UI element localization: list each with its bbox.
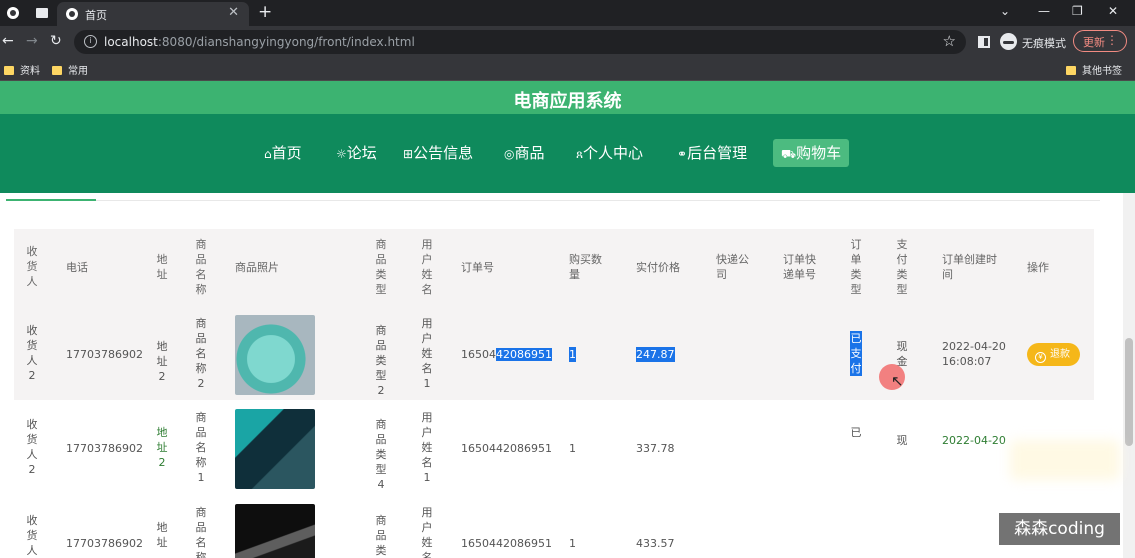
col-price: 实付价格 [636, 261, 680, 274]
folder-icon [1066, 66, 1076, 75]
bookmarks-bar: 资料 常用 其他书签 [0, 58, 1135, 81]
info-icon[interactable]: i [84, 35, 97, 48]
site-header: 电商应用系统 ⌂首页 ☼论坛 ⊞公告信息 ◎商品 ጸ个人中心 ⚭后台管理 ⛟购物… [0, 81, 1135, 193]
col-product-photo: 商品照片 [235, 261, 279, 274]
folder-icon [4, 66, 14, 75]
home-icon: ⌂ [264, 147, 272, 161]
refund-icon: ¥ [1035, 352, 1046, 363]
col-product-name: 商品名称 [195, 238, 207, 296]
notice-icon: ⊞ [403, 147, 414, 161]
star-icon[interactable]: ☆ [943, 32, 956, 50]
title-band: 电商应用系统 [0, 81, 1135, 114]
mouse-cursor-icon: ↖ [891, 372, 904, 390]
col-username: 用户姓名 [421, 238, 433, 296]
col-address: 地址 [156, 253, 168, 281]
orders-table: 收货人 电话 地址 商品名称 商品照片 商品类型 用户姓名 订单号 购买数量 实… [14, 229, 1094, 558]
browser-tab-bar: 首页 ✕ + ⌄ — ❐ ✕ [0, 0, 1135, 26]
col-order-no: 订单号 [461, 261, 494, 274]
url-input[interactable]: i localhost:8080/dianshangyingyong/front… [74, 30, 966, 54]
user-icon: ጸ [576, 147, 584, 161]
more-icon[interactable]: ⋮ [1106, 33, 1118, 47]
update-button[interactable]: 更新 ⋮ [1073, 30, 1127, 52]
product-icon: ◎ [504, 147, 515, 161]
col-courier: 快递公司 [716, 253, 749, 281]
browser-menu-icon[interactable] [7, 7, 19, 19]
nav-personal-center[interactable]: ጸ个人中心 [576, 139, 643, 167]
close-window-icon[interactable]: ✕ [1108, 4, 1118, 18]
chevron-down-icon[interactable]: ⌄ [1000, 4, 1010, 18]
globe-icon [66, 8, 78, 20]
page-title: 电商应用系统 [513, 91, 622, 112]
product-photo[interactable] [235, 315, 315, 395]
browser-tab[interactable]: 首页 ✕ [57, 2, 249, 26]
link-icon: ⚭ [677, 147, 688, 161]
col-pay-type: 支付类型 [896, 238, 908, 296]
col-product-type: 商品类型 [375, 238, 387, 296]
nav-cart[interactable]: ⛟购物车 [773, 139, 850, 167]
col-tracking: 订单快递单号 [783, 253, 816, 281]
col-action: 操作 [1027, 261, 1049, 274]
incognito-icon[interactable] [1000, 33, 1017, 50]
other-bookmarks[interactable]: 其他书签 [1066, 62, 1122, 77]
col-quantity: 购买数量 [569, 253, 602, 281]
product-photo[interactable] [235, 504, 315, 558]
order-no: 1650442086951 [461, 348, 552, 361]
nav-forum[interactable]: ☼论坛 [336, 139, 377, 167]
table-header-bg [14, 229, 1094, 400]
col-created: 订单创建时间 [942, 253, 997, 281]
active-tab-underline [6, 199, 96, 201]
address-bar-row: ← → ↻ i localhost:8080/dianshangyingyong… [0, 26, 1135, 58]
divider [6, 200, 1100, 201]
forum-icon: ☼ [336, 147, 347, 161]
forward-icon[interactable]: → [26, 33, 38, 49]
nav-products[interactable]: ◎商品 [504, 139, 545, 167]
refund-button[interactable]: ¥ 退款 [1027, 343, 1080, 366]
new-tab-button[interactable]: + [258, 2, 272, 22]
col-receiver: 收货人 [26, 245, 38, 288]
nav-announcements[interactable]: ⊞公告信息 [403, 139, 473, 167]
incognito-label: 无痕模式 [1022, 37, 1066, 50]
back-icon[interactable]: ← [2, 33, 14, 49]
cart-icon: ⛟ [781, 147, 797, 161]
bookmark-folder[interactable]: 常用 [52, 62, 88, 77]
col-order-type: 订单类型 [850, 238, 862, 296]
col-phone: 电话 [66, 261, 88, 274]
url-text: localhost:8080/dianshangyingyong/front/i… [104, 35, 415, 49]
watermark: 森森coding [999, 513, 1120, 545]
close-icon[interactable]: ✕ [228, 5, 239, 20]
nav-home[interactable]: ⌂首页 [264, 139, 302, 167]
bookmark-folder[interactable]: 资料 [4, 62, 40, 77]
blur-overlay [1010, 440, 1120, 480]
nav-admin[interactable]: ⚭后台管理 [677, 139, 747, 167]
minimize-icon[interactable]: — [1038, 4, 1050, 18]
scrollbar-thumb[interactable] [1125, 338, 1133, 446]
restore-icon[interactable]: ❐ [1072, 4, 1083, 18]
side-panel-icon[interactable] [978, 36, 990, 48]
tab-title: 首页 [85, 9, 107, 22]
tab-search-icon[interactable] [36, 8, 48, 18]
product-photo[interactable] [235, 409, 315, 489]
folder-icon [52, 66, 62, 75]
reload-icon[interactable]: ↻ [50, 33, 62, 49]
